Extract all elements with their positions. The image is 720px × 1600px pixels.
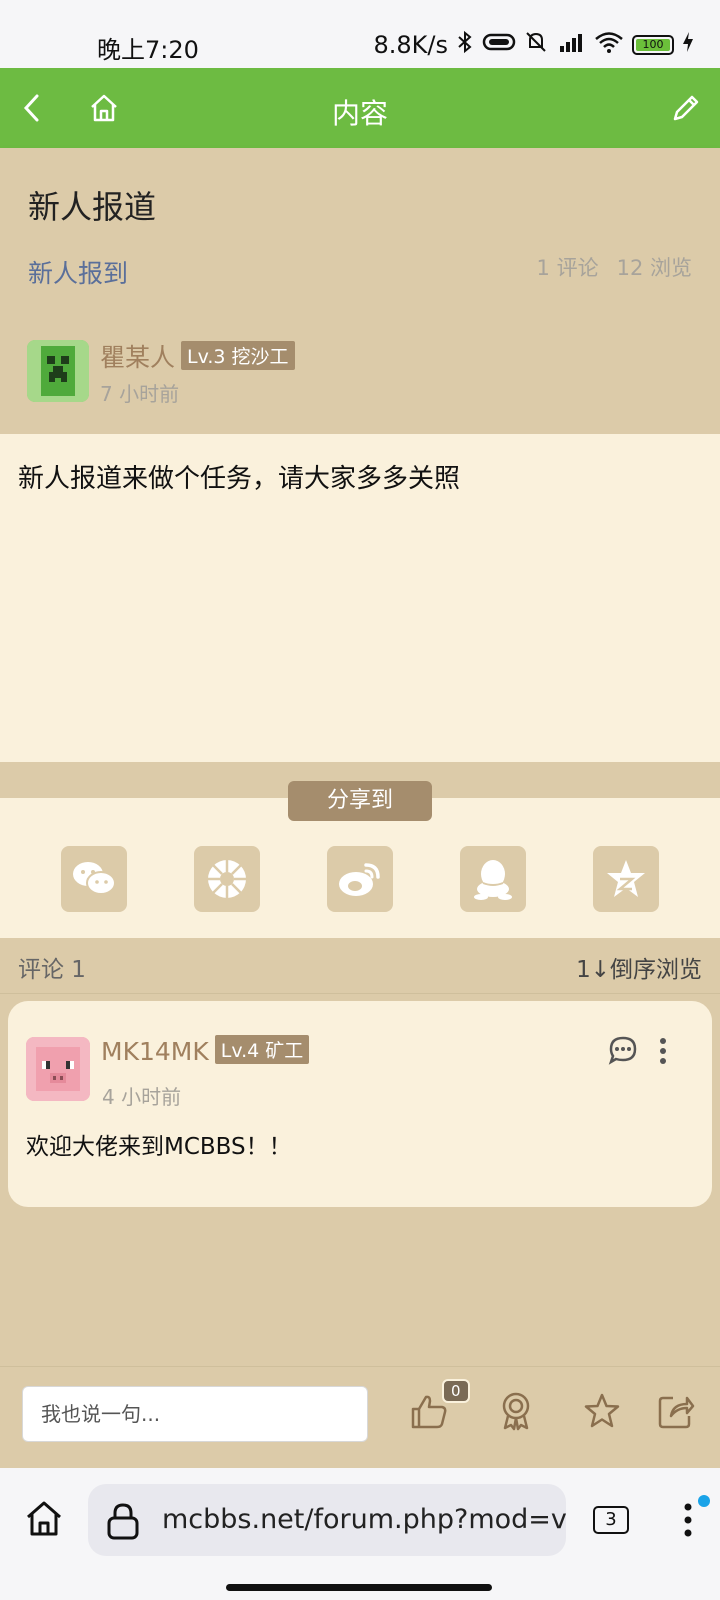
award-icon[interactable] [494,1389,538,1433]
view-count: 12 浏览 [616,256,692,280]
author-info: 瞿某人 Lv.3 挖沙工 [100,338,295,374]
url-text: mcbbs.net/forum.php?mod=viev [162,1504,566,1535]
page-title: 内容 [331,97,388,130]
reply-icon[interactable] [608,1035,638,1069]
commenter-level-badge: Lv.4 矿工 [214,1035,310,1064]
browser-home-icon[interactable] [24,1498,64,1542]
charging-icon [682,31,694,59]
bluetooth-icon [456,30,474,60]
network-speed: 8.8K/s [373,31,449,59]
comments-header: 评论 1 1↓倒序浏览 [0,938,720,994]
reply-bar: 0 [0,1366,720,1468]
edit-icon[interactable] [666,88,706,128]
comment-text: 欢迎大佬来到MCBBS！！ [26,1134,292,1160]
post-time: 7 小时前 [100,382,180,406]
battery-icon: 100 [632,35,674,55]
comment-count: 1 评论 [536,256,599,280]
reply-input[interactable] [22,1386,368,1442]
app-header: 内容 [0,68,720,148]
qq-icon[interactable] [460,846,526,912]
post-title: 新人报道 [28,188,157,226]
commenter-name[interactable]: MK14MK [101,1037,209,1066]
comment-card: MK14MK Lv.4 矿工 4 小时前 欢迎大佬来到MCBBS！！ [8,1001,712,1207]
status-bar: 晚上7:20 8.8K/s 100 [0,0,720,68]
lock-icon [106,1502,140,1544]
comments-count-label: 评论 1 [18,957,86,983]
more-options-icon[interactable] [658,1037,668,1069]
comment-time: 4 小时前 [102,1085,182,1109]
forum-link[interactable]: 新人报到 [28,254,128,290]
wechat-icon[interactable] [61,846,127,912]
wifi-icon [594,30,624,60]
post-stats: 1 评论 12 浏览 [537,252,692,282]
moments-icon[interactable] [194,846,260,912]
sort-label: 倒序浏览 [610,957,702,983]
status-icons: 8.8K/s 100 [374,30,695,60]
share-icon[interactable] [654,1389,698,1433]
author-name[interactable]: 瞿某人 [100,343,175,372]
browser-menu-icon[interactable] [683,1502,693,1542]
share-label: 分享到 [288,781,432,821]
vibrate-icon [482,31,516,59]
notification-dot [698,1495,710,1507]
status-time: 晚上7:20 [97,36,199,64]
qzone-icon[interactable] [593,846,659,912]
favorite-star-icon[interactable] [580,1389,624,1433]
post-body: 新人报道来做个任务，请大家多多关照 [0,434,720,762]
sort-icon: 1↓ [576,957,610,983]
signal-icon [556,30,586,60]
author-level-badge: Lv.3 挖沙工 [181,341,295,370]
mute-icon [524,30,548,60]
home-indicator [226,1584,492,1591]
sort-toggle[interactable]: 1↓倒序浏览 [576,950,702,984]
commenter-avatar[interactable] [26,1037,90,1101]
tab-switcher[interactable]: 3 [593,1506,629,1534]
post-content: 新人报道来做个任务，请大家多多关照 [18,464,461,494]
weibo-icon[interactable] [327,846,393,912]
post-header: 新人报道 新人报到 1 评论 12 浏览 瞿某人 Lv.3 挖沙工 7 小时前 [0,148,720,434]
like-count-badge: 0 [442,1379,470,1403]
address-bar[interactable]: mcbbs.net/forum.php?mod=viev [88,1484,566,1556]
browser-toolbar: mcbbs.net/forum.php?mod=viev 3 [0,1468,720,1600]
author-avatar[interactable] [27,340,89,402]
commenter-info: MK14MK Lv.4 矿工 [101,1035,310,1066]
